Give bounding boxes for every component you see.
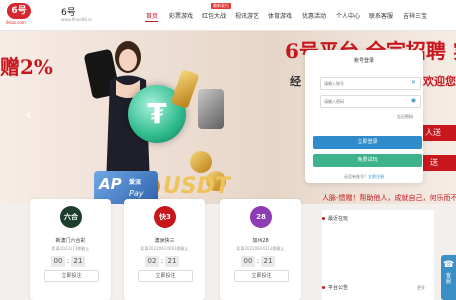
more-link[interactable]: 更多 xyxy=(417,285,425,291)
lottery-name: 澳洲快三 xyxy=(154,238,175,244)
nav-profile[interactable]: 个人中心 xyxy=(336,11,360,20)
ap-logo: AP xyxy=(99,175,122,193)
nav-red-packet[interactable]: 红包大战 xyxy=(202,11,226,20)
gold-bar-image xyxy=(170,69,200,109)
clear-icon[interactable]: ✕ xyxy=(411,79,416,86)
username-input[interactable] xyxy=(324,79,404,87)
login-card: 账号登录 ✕ ◉ 忘记密码 立即登录 免费试玩 还没有账号？立即注册 xyxy=(305,50,423,183)
password-field[interactable]: ◉ xyxy=(320,95,421,108)
timer-seconds: 21 xyxy=(261,256,275,267)
nav-home[interactable]: 首页 xyxy=(146,11,158,20)
lottery-countdown-label: 距离2022173期截止 xyxy=(51,246,90,251)
lottery-name: 加州28 xyxy=(252,238,269,244)
password-input[interactable] xyxy=(324,97,404,105)
recent-played-title: 最近在玩 xyxy=(328,216,349,222)
notice-dot-icon xyxy=(322,286,325,289)
customer-service-float[interactable]: ☎ 客服 xyxy=(441,255,456,300)
gold-coin-image-1 xyxy=(190,151,212,173)
countdown-timer: 00 : 21 xyxy=(233,256,289,267)
site-url: www.6hao66.cc xyxy=(61,17,93,22)
promo-tag-2: 送 xyxy=(420,155,456,171)
timer-minutes: 02 xyxy=(145,256,159,267)
nav-lucky-three[interactable]: 吉祥三宝 xyxy=(403,11,427,20)
notice-title: 平台公告 xyxy=(328,285,349,291)
ap-pay-label: Pay xyxy=(129,189,144,198)
lottery-countdown-label: 距离20220614691期截止 xyxy=(140,246,189,251)
site-logo[interactable]: 6号 xyxy=(7,3,31,19)
ca28-lottery-icon: 28 xyxy=(250,206,272,228)
login-button[interactable]: 立即登录 xyxy=(313,136,422,149)
top-header: 6号 6hao.com 6号 www.6hao66.cc 首页 彩票游戏 最新发… xyxy=(0,0,456,31)
macau-lottery-icon: 六合 xyxy=(60,206,82,228)
promo-tag-1: 人送 xyxy=(420,125,456,141)
nav-support[interactable]: 联系客服 xyxy=(369,11,393,20)
timer-minutes: 00 xyxy=(241,256,255,267)
bet-now-button[interactable]: 立即投注 xyxy=(138,270,193,282)
register-prompt: 还没有账号？立即注册 xyxy=(305,174,423,180)
nav-lottery[interactable]: 彩票游戏 xyxy=(169,11,193,20)
lottery-card-macau: 六合 新澳门六合彩 距离2022173期截止 00 : 21 立即投注 xyxy=(30,199,111,300)
lottery-countdown-label: 距离20220624313期截止 xyxy=(236,246,285,251)
device-image xyxy=(198,89,224,129)
aus-k3-lottery-icon: 快3 xyxy=(154,206,176,228)
bet-now-button[interactable]: 立即投注 xyxy=(234,270,289,282)
banner-prev-arrow-icon[interactable]: ‹ xyxy=(22,103,36,127)
recent-dot-icon xyxy=(322,217,325,220)
chat-icon: ☎ xyxy=(443,260,455,270)
eye-icon[interactable]: ◉ xyxy=(411,97,416,104)
nav-live-casino[interactable]: 视讯游艺 xyxy=(235,11,259,20)
customer-service-label: 客服 xyxy=(445,273,451,285)
nav-promotions[interactable]: 优惠活动 xyxy=(302,11,326,20)
register-link[interactable]: 立即注册 xyxy=(368,174,384,179)
promo-left-text: 赠2% xyxy=(0,55,53,79)
logo-domain: 6hao.com xyxy=(6,20,26,25)
nav-sports[interactable]: 体育游戏 xyxy=(268,11,292,20)
ap-name: 爱派 xyxy=(129,179,142,186)
register-question: 还没有账号？ xyxy=(344,174,368,179)
free-trial-button[interactable]: 免费试玩 xyxy=(313,154,422,167)
nav-active-indicator xyxy=(145,21,158,22)
countdown-timer: 00 : 21 xyxy=(43,256,99,267)
timer-minutes: 00 xyxy=(51,256,65,267)
timer-seconds: 21 xyxy=(165,256,179,267)
info-panel: 最近在玩 平台公告 更多 xyxy=(322,210,434,300)
login-title: 账号登录 xyxy=(353,58,374,64)
promo-side-text-2: 欢迎您一 xyxy=(423,75,456,88)
timer-seconds: 21 xyxy=(71,256,85,267)
countdown-timer: 02 : 21 xyxy=(137,256,193,267)
lottery-name: 新澳门六合彩 xyxy=(55,238,86,244)
promo-side-text-1: 经 xyxy=(290,75,301,88)
hot-badge: 最新发行 xyxy=(211,3,231,9)
lottery-card-ca28: 28 加州28 距离20220624313期截止 00 : 21 立即投注 xyxy=(220,199,301,300)
username-field[interactable]: ✕ xyxy=(320,77,421,90)
motto-text: 人脉-馈赠！帮助他人，成就自己，何乐而不 xyxy=(322,194,456,202)
lottery-card-aus-k3: 快3 澳洲快三 距离20220614691期截止 02 : 21 立即投注 xyxy=(124,199,205,300)
forgot-password-link[interactable]: 忘记密码 xyxy=(397,114,413,120)
bet-now-button[interactable]: 立即投注 xyxy=(44,270,99,282)
usdt-text: USDT xyxy=(163,174,230,199)
